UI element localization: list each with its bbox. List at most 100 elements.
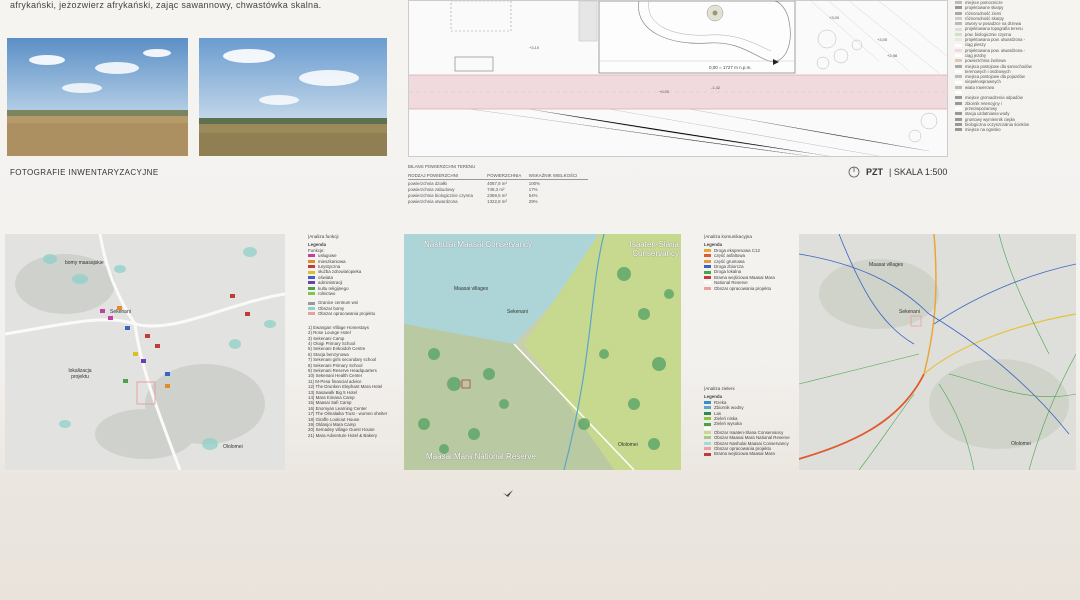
legend-label: Obszar opracowania projektu: [714, 285, 772, 291]
inventory-photo-2: [199, 38, 387, 156]
communication-legend: |Analiza komunikacyjna Legenda Droga eks…: [704, 234, 796, 291]
legend-swatch-icon: [308, 254, 315, 258]
legend-swatch-icon: [704, 417, 711, 421]
dim-label: +0,00: [659, 89, 670, 94]
place-list-item: 21) Mara Adventure Hotel & Bakery: [308, 432, 378, 438]
legend-swatch-icon: [955, 48, 962, 52]
legend-swatch-icon: [955, 107, 962, 111]
legend-swatch-icon: [704, 281, 711, 285]
legend-swatch-icon: [955, 54, 962, 58]
legend-swatch-icon: [955, 80, 962, 84]
dim-label: +3,05: [877, 37, 888, 42]
legend-label: miejsce na ognisko: [965, 127, 1001, 133]
legend-swatch-icon: [704, 406, 711, 410]
balance-row: powierzchnia działki 4087,8 m² 100%: [408, 180, 588, 187]
legend-swatch-icon: [955, 6, 962, 10]
label-bomas: bomy maasajskie: [65, 260, 104, 266]
legend-swatch-icon: [955, 27, 962, 31]
label-ololomei: Ololomei: [618, 442, 638, 448]
function-analysis-legend: |Analiza funkcji Legenda Funkcje: usługo…: [308, 234, 403, 438]
label-maasai-mara: Maasai Mara National Reserve: [426, 452, 536, 461]
dim-label: +3,00: [829, 15, 840, 20]
legend-swatch-icon: [704, 259, 711, 263]
site-plan: 0,00 = 1727 m n.p.m. -1,42 +3,05 +2,98 +…: [408, 0, 948, 157]
legend-swatch-icon: [704, 401, 711, 405]
legend-swatch-icon: [704, 249, 711, 253]
label-villages: Maasai villages: [454, 286, 489, 292]
legend-swatch-icon: [308, 259, 315, 263]
balance-cell: 4087,8 m²: [487, 180, 507, 186]
legend-swatch-icon: [308, 265, 315, 269]
plan-legend-item: miejsce na ognisko: [955, 127, 1075, 132]
balance-cell: powierzchnia utwardzona: [408, 199, 458, 205]
balance-header: POWIERZCHNIA: [487, 172, 529, 180]
dim-label: +2,98: [887, 53, 898, 58]
legend-swatch-icon: [955, 96, 962, 100]
legend-swatch-icon: [955, 70, 962, 73]
label-ololomei: Ololomei: [1011, 441, 1031, 447]
legend-swatch-icon: [308, 286, 315, 290]
inventory-photo-1: [7, 38, 188, 156]
legend-swatch-icon: [704, 431, 711, 435]
label-isaaten: Isaaten-Slana Conservancy: [629, 240, 679, 258]
legend-swatch-icon: [704, 286, 711, 290]
legend-swatch-icon: [308, 270, 315, 274]
legend-swatch-icon: [704, 436, 711, 440]
legend-swatch-icon: [704, 276, 711, 280]
label-town: Sekenani: [899, 309, 920, 315]
legend-swatch-icon: [704, 265, 711, 269]
legend-swatch-icon: [704, 254, 711, 258]
legend-swatch-icon: [704, 411, 711, 415]
legend-label: Brama wejściowa Maasai Mara: [714, 451, 775, 457]
legend-swatch-icon: [955, 75, 962, 79]
scale-text: | SKALA 1:500: [889, 167, 948, 177]
balance-cell: 100%: [528, 180, 541, 186]
legend-swatch-icon: [955, 117, 962, 121]
legend-swatch-icon: [955, 122, 962, 126]
photos-caption: FOTOGRAFIE INWENTARYZACYJNE: [10, 168, 159, 177]
legend-swatch-icon: [704, 447, 711, 451]
balance-cell: 29%: [528, 199, 538, 205]
legend-swatch-icon: [704, 422, 711, 426]
label-town: Sekenani: [110, 309, 131, 315]
balance-header: WSKAŹNIK WIELKOŚCI: [528, 172, 588, 180]
legend-swatch-icon: [704, 441, 711, 445]
level-label: 0,00 = 1727 m n.p.m.: [709, 65, 752, 70]
balance-cell: powierzchnia działki: [408, 180, 448, 186]
dim-label: +3,10: [529, 45, 540, 50]
legend-swatch-icon: [704, 270, 711, 274]
legend-swatch-icon: [308, 276, 315, 280]
conservancy-map: Nashulai Maasai Conservancy Isaaten-Slan…: [404, 234, 681, 470]
legend-swatch-icon: [308, 301, 315, 305]
label-town: Sekenani: [507, 309, 528, 315]
legend-swatch-icon: [955, 85, 962, 89]
legend-swatch-icon: [955, 43, 962, 47]
legend-swatch-icon: [308, 281, 315, 285]
legend-title: |Analiza zieleni: [704, 386, 735, 391]
balance-cell: 1322,8 m²: [487, 199, 507, 205]
legend-swatch-icon: [308, 307, 315, 311]
legend-swatch-icon: [955, 128, 962, 132]
legend-swatch-icon: [704, 426, 711, 430]
legend-swatch-icon: [704, 452, 711, 456]
intro-text: afrykański, jeżozwierz afrykański, zając…: [10, 0, 322, 10]
label-nashulai: Nashulai Maasai Conservancy: [424, 240, 533, 249]
area-balance-table: BILANS POWIERZCHNI TERENU RODZAJ POWIERZ…: [408, 164, 588, 205]
balance-header: RODZAJ POWIERZCHNI: [408, 172, 488, 180]
legend-swatch-icon: [955, 32, 962, 36]
function-legend-extra: Obszar opracowania projektu: [308, 311, 403, 316]
function-analysis-map: bomy maasajskie Sekenani lokalizacja pro…: [5, 234, 285, 470]
legend-swatch-icon: [955, 17, 962, 21]
communication-legend-item: Obszar opracowania projektu: [704, 286, 796, 291]
north-arrow-icon: [848, 166, 860, 178]
balance-row: powierzchnia utwardzona 1322,8 m² 29%: [408, 199, 588, 205]
communication-map: Maasai villages Sekenani Ololomei: [799, 234, 1076, 470]
function-legend-item: rolnictwo: [308, 291, 403, 296]
legend-swatch-icon: [955, 101, 962, 105]
legend-swatch-icon: [955, 38, 962, 42]
label-ololomei: Ololomei: [223, 444, 243, 450]
legend-label: Zieleń wysoka: [714, 421, 742, 427]
legend-swatch-icon: [955, 1, 962, 5]
site-plan-drawing: 0,00 = 1727 m n.p.m. -1,42 +3,05 +2,98 +…: [409, 1, 947, 156]
plan-legend: miejsce pomocnicze projektowane skarpy róż…: [955, 0, 1075, 132]
